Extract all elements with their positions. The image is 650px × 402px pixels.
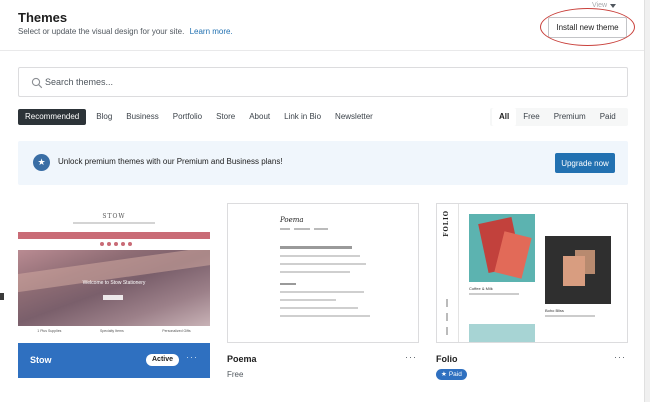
- stow-preview-footer-items: 1 Plus Supplies Specialty Items Personal…: [18, 329, 210, 333]
- stow-preview-footer-item: Specialty Items: [99, 329, 124, 333]
- search-input[interactable]: [45, 68, 615, 96]
- theme-name-poema: Poema: [227, 354, 257, 364]
- paid-badge-label: Paid: [448, 371, 462, 378]
- right-scroll-edge: [644, 0, 650, 402]
- more-options-icon[interactable]: ···: [186, 352, 198, 362]
- category-tabs: Recommended Blog Business Portfolio Stor…: [18, 109, 380, 125]
- theme-preview-folio[interactable]: FOLIO Coffee & Milk Boho Bliss: [436, 203, 628, 343]
- stow-preview-hero-image: Welcome to Stow Stationery: [18, 250, 210, 326]
- price-filter-tabs: All Free Premium Paid: [490, 108, 628, 126]
- stow-preview-footer-item: Personalized Gifts: [162, 329, 191, 333]
- tab-blog[interactable]: Blog: [89, 109, 119, 125]
- folio-preview-image-bottom: [469, 324, 535, 342]
- tab-business[interactable]: Business: [119, 109, 165, 125]
- active-theme-footer: Stow Active ···: [18, 343, 210, 378]
- price-tab-free[interactable]: Free: [516, 108, 546, 126]
- stow-preview-tagline: [73, 222, 155, 224]
- tab-store[interactable]: Store: [209, 109, 242, 125]
- search-icon: [31, 77, 43, 89]
- more-options-icon[interactable]: ···: [614, 352, 626, 362]
- banner-text: Unlock premium themes with our Premium a…: [58, 157, 283, 166]
- more-options-icon[interactable]: ···: [405, 352, 417, 362]
- stow-preview-footer-item: 1 Plus Supplies: [37, 329, 62, 333]
- stow-preview-hero-text: Welcome to Stow Stationery: [82, 280, 146, 286]
- caret-down-icon: [610, 3, 617, 8]
- tab-recommended[interactable]: Recommended: [18, 109, 87, 125]
- tab-newsletter[interactable]: Newsletter: [328, 109, 380, 125]
- stow-preview-nav-bar: [18, 232, 210, 239]
- price-tab-paid[interactable]: Paid: [593, 108, 623, 126]
- star-icon: ★: [33, 154, 50, 171]
- folio-preview-caption: Coffee & Milk: [469, 286, 493, 291]
- theme-name-folio: Folio: [436, 354, 458, 364]
- folio-preview-logo: FOLIO: [443, 210, 450, 237]
- poema-preview-nav: [280, 228, 328, 230]
- theme-name-stow: Stow: [30, 355, 52, 365]
- tab-link-in-bio[interactable]: Link in Bio: [277, 109, 328, 125]
- stow-preview-social-icons: [100, 242, 132, 246]
- subtitle-text: Select or update the visual design for y…: [18, 27, 185, 36]
- folio-preview-sidebar: FOLIO: [437, 204, 459, 342]
- tab-about[interactable]: About: [242, 109, 277, 125]
- page-subtitle: Select or update the visual design for y…: [18, 27, 233, 36]
- paid-badge: ★ Paid: [436, 369, 467, 380]
- tab-portfolio[interactable]: Portfolio: [166, 109, 209, 125]
- search-box[interactable]: [18, 67, 628, 97]
- theme-preview-poema[interactable]: Poema: [227, 203, 419, 343]
- themes-page: Themes Select or update the visual desig…: [0, 0, 650, 402]
- highlight-annotation-ellipse: [540, 8, 635, 46]
- theme-price-poema: Free: [227, 370, 244, 379]
- upgrade-now-button[interactable]: Upgrade now: [555, 153, 615, 173]
- stow-preview-logo: STOW: [102, 213, 126, 220]
- header-divider: [0, 50, 644, 51]
- folio-preview-caption: Boho Bliss: [545, 308, 564, 313]
- active-badge: Active: [146, 354, 180, 366]
- learn-more-link[interactable]: Learn more.: [190, 27, 233, 36]
- theme-preview-stow[interactable]: STOW Welcome to Stow Stationery 1 Plus S…: [18, 203, 210, 343]
- upgrade-banner: ★ Unlock premium themes with our Premium…: [18, 141, 628, 185]
- price-tab-all[interactable]: All: [492, 108, 517, 126]
- folio-preview-image-coffee: [469, 214, 535, 282]
- folio-preview-image-object: [545, 236, 611, 304]
- poema-preview-logo: Poema: [280, 216, 304, 224]
- star-icon: ★: [441, 371, 447, 378]
- left-edge-handle: [0, 293, 4, 300]
- poema-preview-text-lines: [280, 246, 376, 323]
- price-tab-premium[interactable]: Premium: [547, 108, 593, 126]
- page-title: Themes: [18, 10, 68, 25]
